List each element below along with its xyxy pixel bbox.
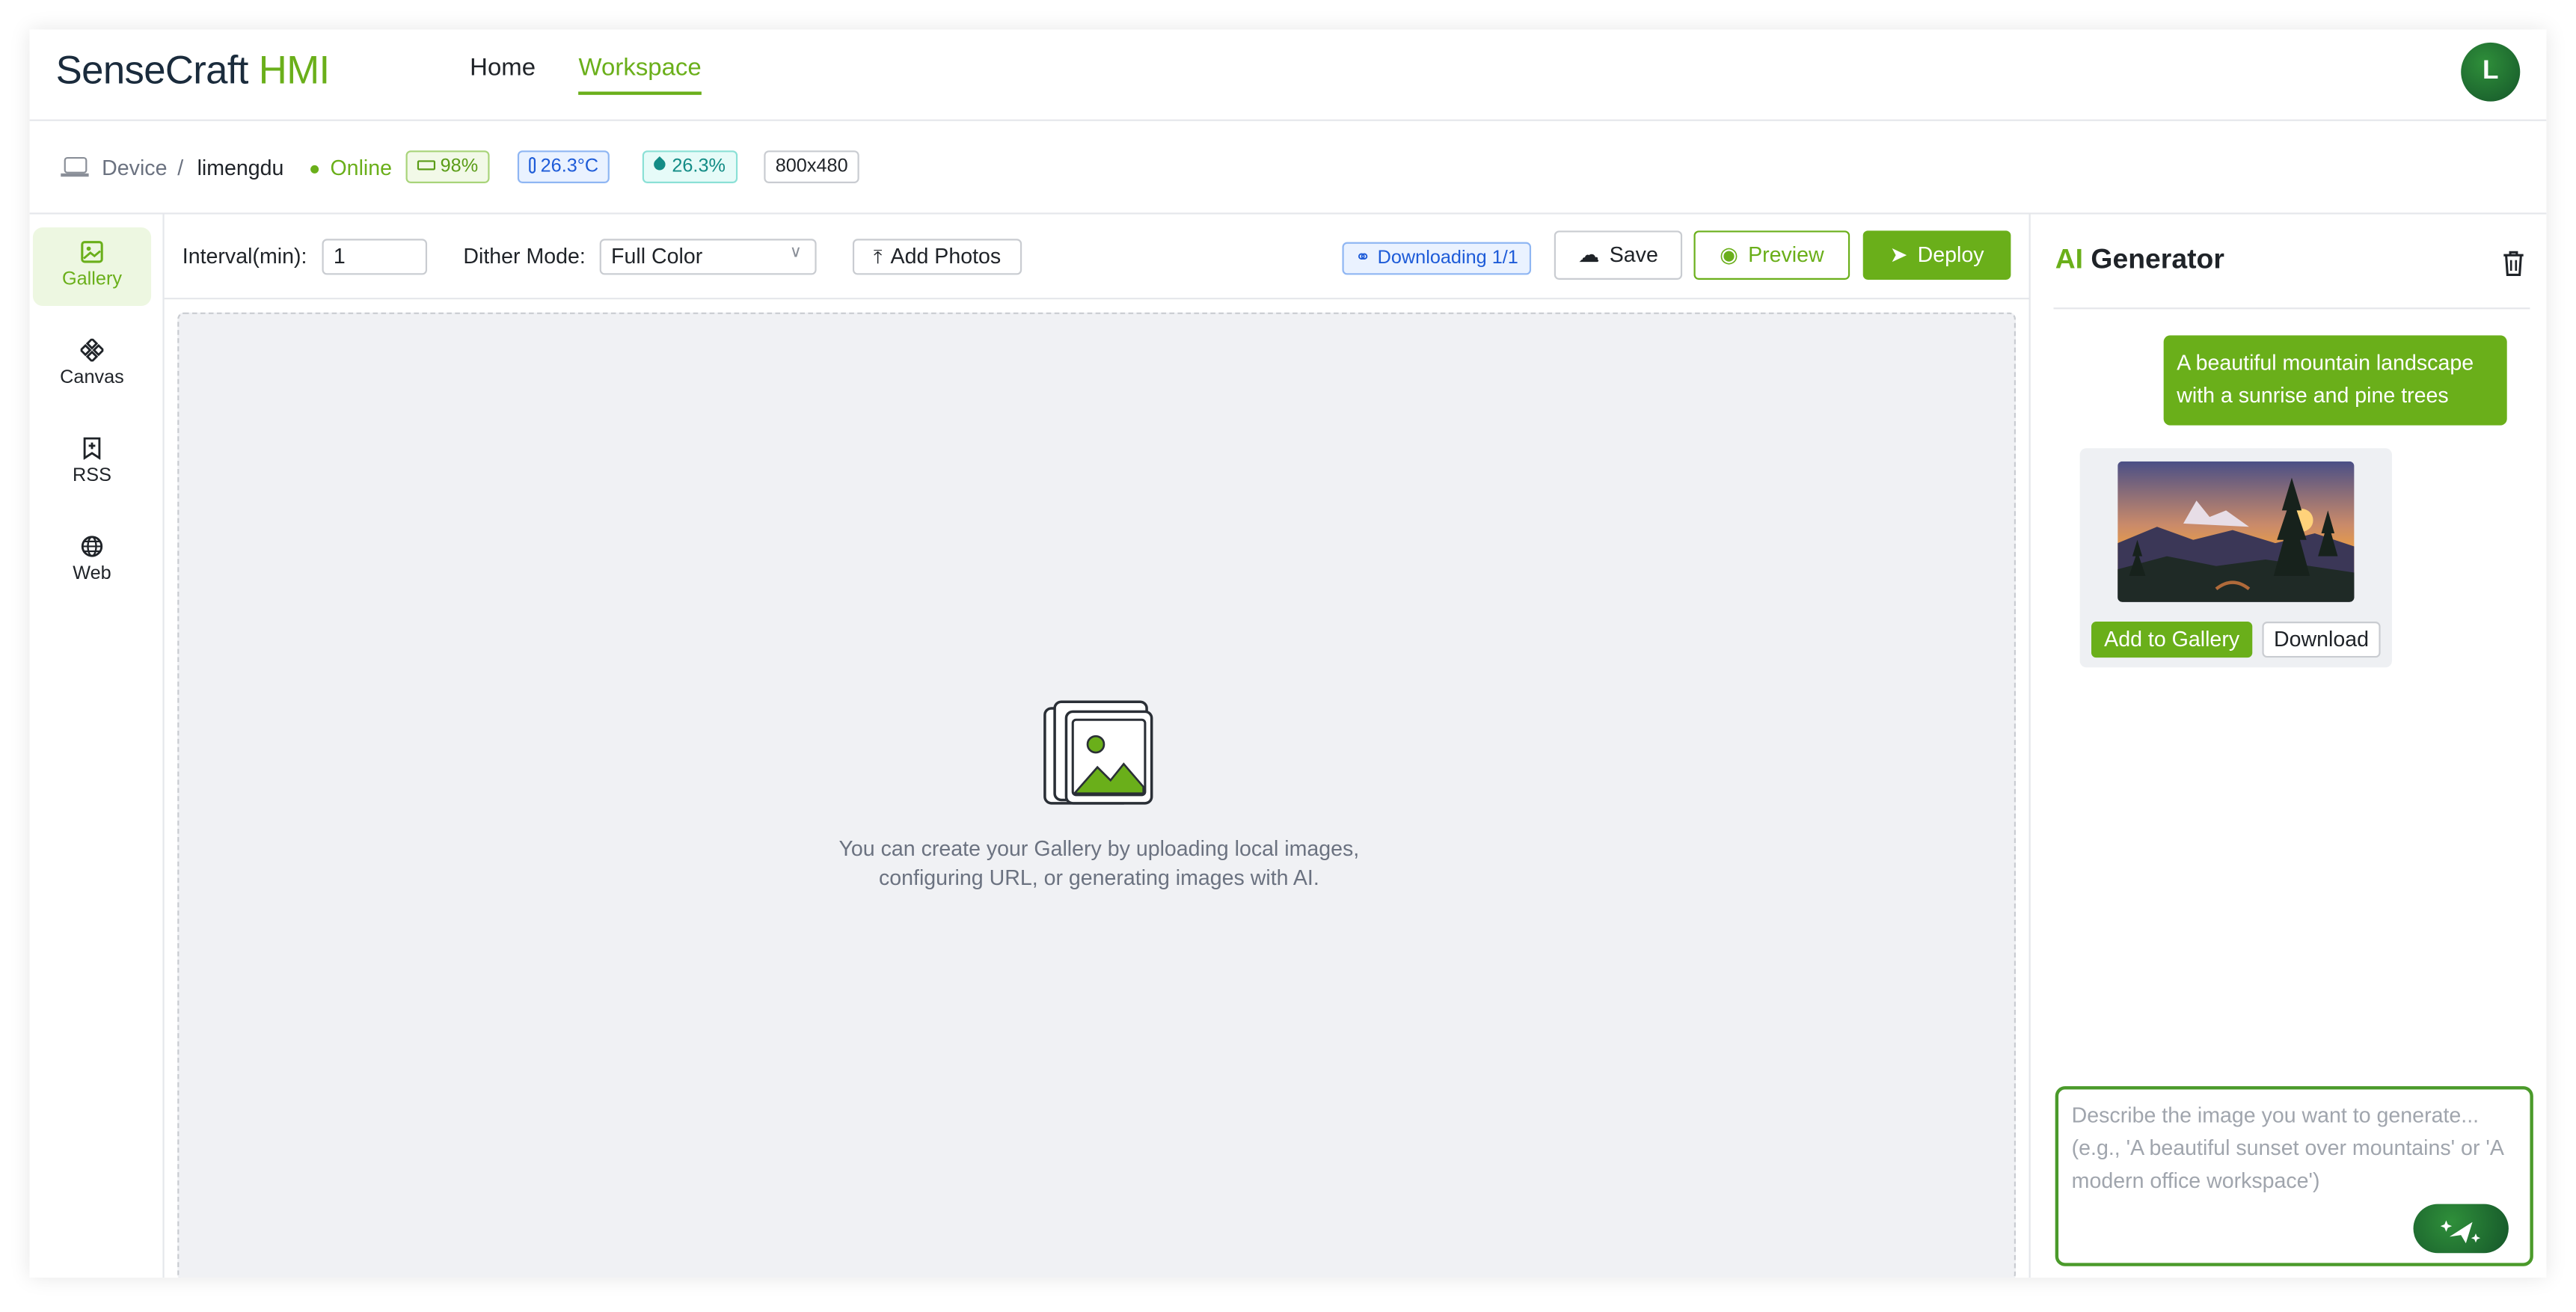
prompt-box [2055, 1086, 2533, 1266]
battery-icon [417, 160, 436, 171]
generated-image-card: Add to Gallery Download [2079, 448, 2392, 668]
cloud-upload-icon: ☁ [1578, 242, 1600, 267]
sparkle-send-icon [2440, 1220, 2481, 1244]
globe-icon [81, 535, 104, 558]
bookmark-icon [81, 437, 104, 461]
panel-divider [2053, 307, 2530, 310]
device-bar: Device / limengdu Online 98% 26.3°C 26.3… [29, 121, 2547, 215]
droplet-icon [651, 156, 668, 174]
sidebar-item-gallery[interactable]: Gallery [32, 227, 152, 306]
deploy-label: Deploy [1917, 242, 1984, 267]
brand-name-part1: SenseCraft [55, 49, 249, 94]
sidebar-item-label: Canvas [60, 368, 124, 388]
sidebar-item-label: Web [73, 564, 111, 584]
nav-home[interactable]: Home [470, 54, 536, 91]
laptop-icon [61, 156, 89, 177]
breadcrumb-device[interactable]: Device [102, 156, 167, 180]
app-window: SenseCraft HMI Home Workspace L Device /… [29, 29, 2547, 1278]
battery-badge: 98% [405, 150, 490, 183]
sidebar-item-label: Gallery [61, 269, 123, 290]
interval-input[interactable]: 1 [322, 239, 428, 275]
sidebar-item-rss[interactable]: RSS [33, 423, 151, 502]
dither-label: Dither Mode: [463, 243, 586, 269]
ai-title-suffix: Generator [2083, 243, 2224, 275]
gallery-toolbar: Interval(min): 1 Dither Mode: Full Color… [164, 214, 2029, 300]
humidity-badge: 26.3% [642, 150, 737, 183]
thermometer-icon [529, 156, 536, 174]
add-photos-label: Add Photos [890, 243, 1002, 269]
save-button[interactable]: ☁ Save [1554, 230, 1683, 280]
gallery-dropzone[interactable]: You can create your Gallery by uploading… [177, 312, 2016, 1278]
brand-logo[interactable]: SenseCraft HMI [56, 49, 330, 95]
sidebar-item-label: RSS [73, 466, 111, 486]
empty-message-line2: configuring URL, or generating images wi… [878, 865, 1319, 890]
sidebar-item-canvas[interactable]: Canvas [33, 325, 151, 404]
preview-button[interactable]: ◉ Preview [1693, 230, 1850, 280]
brand-name-part2: HMI [258, 49, 330, 94]
deploy-button[interactable]: ➤ Deploy [1862, 230, 2011, 280]
trash-icon[interactable] [2502, 251, 2525, 277]
avatar[interactable]: L [2461, 42, 2521, 102]
resolution-badge: 800x480 [764, 150, 859, 183]
sync-icon: ⚭ [1355, 248, 1371, 269]
top-navbar: SenseCraft HMI Home Workspace L [29, 29, 2547, 121]
sidebar: Gallery Canvas RSS Web [30, 214, 165, 1278]
dither-mode-select[interactable]: Full Color ∨ [599, 239, 817, 275]
download-status-text: Downloading 1/1 [1377, 248, 1518, 269]
status-online: Online [310, 156, 392, 180]
upload-icon: ⤒ [873, 245, 883, 269]
download-status-badge: ⚭ Downloading 1/1 [1342, 242, 1532, 275]
sidebar-item-web[interactable]: Web [33, 522, 151, 601]
prompt-input[interactable] [2071, 1099, 2519, 1214]
temperature-value: 26.3°C [540, 156, 599, 177]
download-button[interactable]: Download [2262, 622, 2381, 658]
ai-panel-title: AI Generator [2055, 244, 2224, 277]
empty-gallery-icon [1042, 699, 1157, 813]
user-message-bubble: A beautiful mountain landscape with a su… [2163, 335, 2507, 426]
breadcrumb-separator: / [177, 155, 184, 180]
ai-title-prefix: AI [2055, 243, 2084, 275]
add-to-gallery-button[interactable]: Add to Gallery [2091, 622, 2253, 658]
breadcrumb-device-name: limengdu [197, 155, 284, 180]
battery-value: 98% [440, 156, 479, 177]
main-nav: Home Workspace [470, 54, 737, 95]
generate-button[interactable] [2413, 1204, 2509, 1254]
temperature-badge: 26.3°C [517, 150, 610, 183]
nav-workspace[interactable]: Workspace [578, 54, 702, 95]
ai-generator-panel: AI Generator A beautiful mountain landsc… [2028, 214, 2547, 1278]
image-icon [81, 240, 104, 263]
eye-icon: ◉ [1719, 242, 1738, 267]
humidity-value: 26.3% [672, 156, 726, 177]
generated-image[interactable] [2117, 461, 2355, 602]
save-label: Save [1609, 242, 1658, 267]
dither-mode-value: Full Color [611, 243, 703, 269]
empty-message-line1: You can create your Gallery by uploading… [838, 836, 1360, 861]
empty-gallery-message: You can create your Gallery by uploading… [770, 834, 1428, 893]
interval-label: Interval(min): [182, 243, 307, 269]
send-icon: ➤ [1889, 242, 1908, 267]
chevron-down-icon: ∨ [789, 243, 802, 262]
canvas-icon [79, 337, 105, 363]
preview-label: Preview [1748, 242, 1824, 267]
stage: SenseCraft HMI Home Workspace L Device /… [0, 0, 2576, 1312]
add-photos-button[interactable]: ⤒ Add Photos [852, 239, 1022, 275]
